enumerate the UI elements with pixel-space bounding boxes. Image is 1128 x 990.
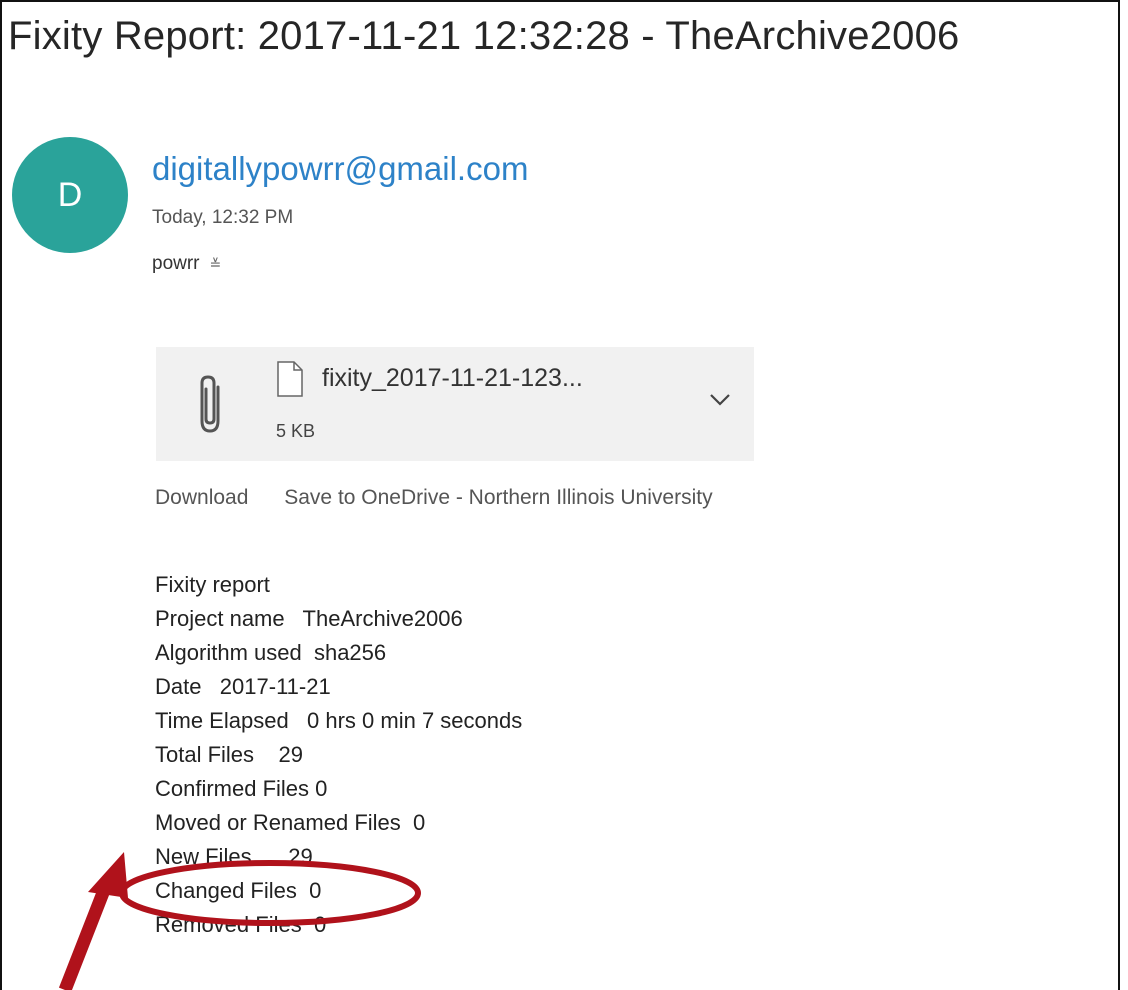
report-line: Project name TheArchive2006 — [155, 606, 463, 631]
report-line: Date 2017-11-21 — [155, 674, 331, 699]
avatar-initial: D — [57, 175, 83, 214]
recipient-name: powrr — [152, 253, 200, 274]
report-body: Fixity report Project name TheArchive200… — [155, 568, 522, 942]
recipient-row[interactable]: powrr ≚ — [152, 253, 221, 275]
report-line: Time Elapsed 0 hrs 0 min 7 seconds — [155, 708, 523, 733]
report-line: New Files 29 — [155, 844, 313, 869]
report-line: Fixity report — [155, 572, 270, 597]
avatar[interactable]: D — [12, 137, 128, 253]
chevron-down-icon[interactable] — [708, 392, 732, 408]
attachment-file-size: 5 KB — [276, 421, 316, 441]
attachment-actions: Download Save to OneDrive - Northern Ill… — [155, 486, 743, 510]
file-icon — [277, 361, 303, 397]
download-link[interactable]: Download — [155, 486, 248, 509]
sender-email-link[interactable]: digitallypowrr@gmail.com — [152, 150, 528, 188]
email-subject: Fixity Report: 2017-11-21 12:32:28 - The… — [8, 14, 960, 58]
save-to-onedrive-link[interactable]: Save to OneDrive - Northern Illinois Uni… — [284, 486, 712, 509]
report-line: Total Files 29 — [155, 742, 303, 767]
expand-recipients-icon[interactable]: ≚ — [210, 256, 222, 273]
report-line: Moved or Renamed Files 0 — [155, 810, 426, 835]
report-line: Changed Files 0 — [155, 878, 322, 903]
report-line: Removed Files 0 — [155, 912, 327, 937]
report-line: Algorithm used sha256 — [155, 640, 387, 665]
report-line: Confirmed Files 0 — [155, 776, 328, 801]
email-timestamp: Today, 12:32 PM — [152, 207, 294, 228]
attachment-file-name[interactable]: fixity_2017-11-21-123... — [322, 364, 583, 393]
paperclip-icon — [200, 375, 220, 433]
